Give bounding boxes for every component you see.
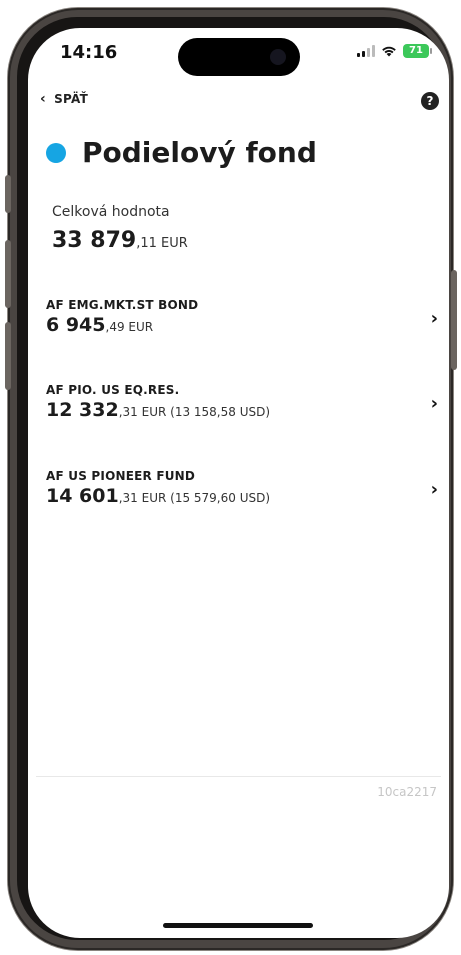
fund-value-rest: ,49 EUR (105, 320, 154, 334)
page-header: Podielový fond (46, 136, 317, 169)
fund-row-emg-mkt-st-bond[interactable]: AF EMG.MKT.ST BOND 6 945,49 EUR › (46, 298, 438, 358)
fund-name: AF EMG.MKT.ST BOND (46, 298, 199, 312)
status-indicators: 71 (357, 44, 432, 58)
chevron-right-icon: › (430, 393, 438, 414)
fund-value-rest: ,31 EUR (15 579,60 USD) (118, 491, 271, 505)
volume-up-button (5, 240, 11, 308)
power-button (451, 270, 457, 370)
camera-icon (270, 49, 286, 65)
footer-divider (36, 776, 441, 777)
total-value-main: 33 879 (52, 228, 137, 253)
fund-name: AF US PIONEER FUND (46, 469, 196, 483)
total-value: 33 879,11 EUR (52, 228, 188, 253)
wifi-icon (381, 45, 397, 57)
signal-icon (357, 45, 375, 57)
question-icon[interactable]: ? (421, 92, 439, 110)
fund-value-main: 12 332 (46, 399, 119, 421)
fund-type-dot (46, 142, 66, 163)
total-value-decimals: ,11 EUR (136, 236, 188, 251)
fund-value: 6 945,49 EUR (46, 314, 153, 336)
fund-row-pio-us-eq-res[interactable]: AF PIO. US EQ.RES. 12 332,31 EUR (13 158… (46, 383, 438, 443)
build-id: 10ca2217 (377, 785, 437, 799)
app-screen: 14:16 71 ‹ SPÄŤ ? Podielový fond Celková… (28, 28, 449, 938)
chevron-left-icon: ‹ (40, 91, 47, 107)
total-value-label: Celková hodnota (52, 204, 170, 220)
fund-value-rest: ,31 EUR (13 158,58 USD) (118, 405, 271, 419)
status-time: 14:16 (60, 42, 118, 63)
chevron-right-icon: › (430, 308, 438, 329)
page-title: Podielový fond (82, 136, 317, 169)
fund-row-us-pioneer-fund[interactable]: AF US PIONEER FUND 14 601,31 EUR (15 579… (46, 469, 438, 529)
fund-name: AF PIO. US EQ.RES. (46, 383, 180, 397)
fund-value: 14 601,31 EUR (15 579,60 USD) (46, 485, 270, 507)
fund-value-main: 6 945 (46, 314, 106, 336)
fund-value-main: 14 601 (46, 485, 119, 507)
battery-icon: 71 (403, 44, 432, 58)
volume-down-button (5, 322, 11, 390)
back-label: SPÄŤ (54, 92, 89, 106)
chevron-right-icon: › (430, 479, 438, 500)
dynamic-island (178, 38, 300, 76)
back-button[interactable]: ‹ SPÄŤ (40, 92, 88, 106)
device-frame: 14:16 71 ‹ SPÄŤ ? Podielový fond Celková… (0, 0, 461, 955)
mute-switch (5, 175, 11, 213)
home-indicator[interactable] (163, 923, 313, 928)
fund-value: 12 332,31 EUR (13 158,58 USD) (46, 399, 270, 421)
